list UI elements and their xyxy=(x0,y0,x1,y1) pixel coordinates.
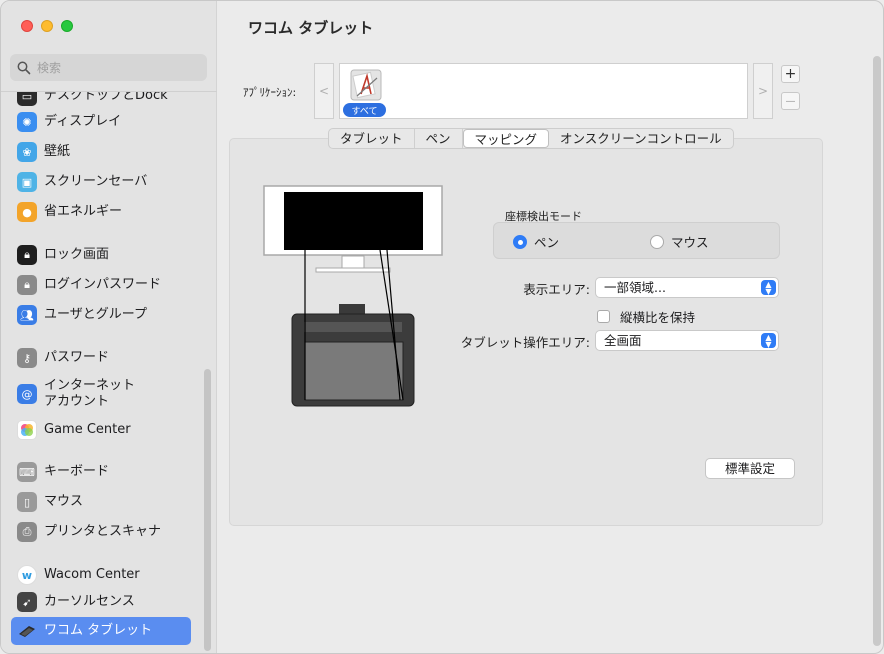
sidebar: 検索 ▭ デスクトップとDock ✺ ディスプレイ ❀ 壁紙 ▣ スクリーンセー… xyxy=(1,1,217,653)
remove-app-button[interactable]: — xyxy=(781,92,800,110)
tab-onscreen-controls[interactable]: オンスクリーンコントロール xyxy=(549,129,733,148)
keep-ratio-label: 縦横比を保持 xyxy=(620,310,696,325)
sidebar-item-login-password[interactable]: 🔒︎ ログインパスワード xyxy=(11,271,191,299)
printer-icon: ⎙ xyxy=(17,522,37,542)
tab-mapping[interactable]: マッピング xyxy=(462,129,550,148)
sidebar-item-label: キーボード xyxy=(44,464,110,479)
sidebar-item-label: プリンタとスキャナ xyxy=(44,524,162,539)
sidebar-item-label: ユーザとグループ xyxy=(44,307,147,322)
tab-bar: タブレット ペン マッピング オンスクリーンコントロール xyxy=(328,128,734,149)
bulb-icon: ● xyxy=(17,202,37,222)
all-apps-icon[interactable] xyxy=(347,68,385,102)
search-icon xyxy=(17,61,31,74)
game-center-icon xyxy=(17,420,37,440)
sidebar-item-label: ワコム タブレット xyxy=(44,623,153,638)
cursor-sense-icon: ➹ xyxy=(17,592,37,612)
radio-mouse-dot[interactable] xyxy=(650,234,664,249)
sidebar-item-printers[interactable]: ⎙ プリンタとスキャナ xyxy=(11,518,191,546)
sidebar-item-wacom-center[interactable]: w Wacom Center xyxy=(11,561,191,589)
keyboard-icon: ⌨ xyxy=(17,462,37,482)
minimize-button[interactable] xyxy=(41,20,53,32)
radio-pen-dot[interactable] xyxy=(513,234,527,249)
applications-list: すべて xyxy=(339,63,748,119)
sidebar-item-label: マウス xyxy=(44,494,84,509)
tab-tablet[interactable]: タブレット xyxy=(329,129,415,148)
window-controls xyxy=(21,20,73,32)
close-button[interactable] xyxy=(21,20,33,32)
settings-window: 検索 ▭ デスクトップとDock ✺ ディスプレイ ❀ 壁紙 ▣ スクリーンセー… xyxy=(0,0,884,654)
zoom-button[interactable] xyxy=(61,20,73,32)
lock-icon: 🔒︎ xyxy=(17,245,37,265)
display-area-value: 一部領域... xyxy=(604,280,666,295)
sidebar-item-passwords[interactable]: ⚷ パスワード xyxy=(11,344,191,372)
sidebar-item-internet-accounts[interactable]: @ インターネット アカウント xyxy=(11,374,191,414)
sidebar-item-lock-screen[interactable]: 🔒︎ ロック画面 xyxy=(11,241,191,269)
sidebar-item-label: カーソルセンス xyxy=(44,594,135,609)
monitor-graphic xyxy=(263,185,443,273)
sidebar-item-screensaver[interactable]: ▣ スクリーンセーバ xyxy=(11,168,191,196)
apps-prev-button[interactable]: < xyxy=(314,63,334,119)
sidebar-item-label: デスクトップとDock xyxy=(44,92,168,103)
page-title: ワコム タブレット xyxy=(248,19,374,37)
sidebar-scrollbar[interactable] xyxy=(204,369,211,651)
users-icon: 👥︎ xyxy=(17,305,37,325)
screensaver-icon: ▣ xyxy=(17,172,37,192)
sidebar-item-label: ディスプレイ xyxy=(44,114,122,129)
sidebar-item-label: Wacom Center xyxy=(44,567,140,582)
wallpaper-icon: ❀ xyxy=(17,142,37,162)
keep-ratio-box[interactable] xyxy=(597,310,610,323)
sidebar-item-label: 壁紙 xyxy=(44,144,71,159)
chevron-updown-icon: ▲ ▼ xyxy=(761,333,776,349)
dock-icon: ▭ xyxy=(17,92,37,106)
radio-pen-label: ペン xyxy=(534,235,560,250)
sidebar-item-users-groups[interactable]: 👥︎ ユーザとグループ xyxy=(11,301,191,329)
radio-mouse-label: マウス xyxy=(671,235,709,250)
sidebar-item-game-center[interactable]: Game Center xyxy=(11,416,191,444)
at-icon: @ xyxy=(17,384,37,404)
display-area-select[interactable]: 一部領域... ▲ ▼ xyxy=(595,277,779,298)
add-app-button[interactable]: + xyxy=(781,65,800,83)
default-button[interactable]: 標準設定 xyxy=(705,458,795,479)
radio-mouse[interactable]: マウス xyxy=(650,232,709,251)
sidebar-item-display[interactable]: ✺ ディスプレイ xyxy=(11,108,191,136)
sidebar-item-mouse[interactable]: ▯ マウス xyxy=(11,488,191,516)
sidebar-item-label: インターネット アカウント xyxy=(44,378,136,409)
sidebar-item-label: 省エネルギー xyxy=(44,204,123,219)
search-input[interactable]: 検索 xyxy=(10,54,207,81)
tablet-area-label: タブレット操作エリア: xyxy=(460,335,590,350)
lock-icon: 🔒︎ xyxy=(17,275,37,295)
sidebar-item-wacom-tablet[interactable]: ワコム タブレット xyxy=(11,617,191,645)
sidebar-item-keyboard[interactable]: ⌨ キーボード xyxy=(11,458,191,486)
tablet-area-select[interactable]: 全画面 ▲ ▼ xyxy=(595,330,779,351)
sidebar-item-wallpaper[interactable]: ❀ 壁紙 xyxy=(11,138,191,166)
wacom-icon: w xyxy=(17,565,37,585)
search-placeholder: 検索 xyxy=(37,61,62,75)
applications-label: ｱﾌﾟﾘｹｰｼｮﾝ: xyxy=(243,86,297,99)
sidebar-item-label: Game Center xyxy=(44,422,131,437)
main-pane: ワコム タブレット ｱﾌﾟﾘｹｰｼｮﾝ: < すべて > + — タブレット ペ… xyxy=(218,1,883,653)
mouse-icon: ▯ xyxy=(17,492,37,512)
display-icon: ✺ xyxy=(17,112,37,132)
apps-next-button[interactable]: > xyxy=(753,63,773,119)
display-area-label: 表示エリア: xyxy=(523,282,590,297)
chevron-updown-icon: ▲ ▼ xyxy=(761,280,776,296)
sidebar-item-label: ログインパスワード xyxy=(44,277,162,292)
key-icon: ⚷ xyxy=(17,348,37,368)
mapping-illustration xyxy=(262,184,444,410)
sidebar-item-label: スクリーンセーバ xyxy=(44,174,148,189)
all-apps-label: すべて xyxy=(343,103,386,117)
sidebar-item-label: パスワード xyxy=(44,350,110,365)
sidebar-item-cursor-sense[interactable]: ➹ カーソルセンス xyxy=(11,588,191,616)
sidebar-list: ▭ デスクトップとDock ✺ ディスプレイ ❀ 壁紙 ▣ スクリーンセーバ ●… xyxy=(1,92,217,653)
keep-ratio-checkbox[interactable]: 縦横比を保持 xyxy=(597,307,695,326)
sidebar-item-label: ロック画面 xyxy=(44,247,110,262)
main-scrollbar[interactable] xyxy=(873,56,881,646)
tab-pen[interactable]: ペン xyxy=(415,129,463,148)
coord-mode-group: ペン マウス xyxy=(493,222,780,259)
radio-pen[interactable]: ペン xyxy=(513,232,559,251)
tablet-icon xyxy=(17,621,37,641)
tablet-area-value: 全画面 xyxy=(604,333,642,348)
sidebar-item-energy[interactable]: ● 省エネルギー xyxy=(11,198,191,226)
